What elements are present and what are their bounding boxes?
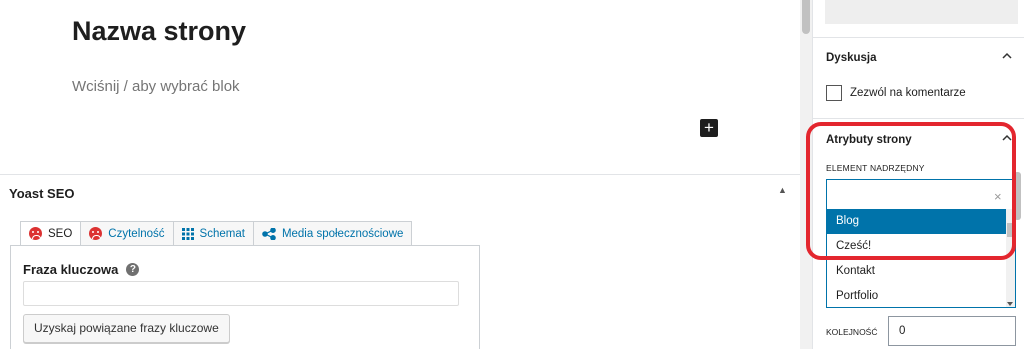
page-title[interactable]: Nazwa strony	[72, 16, 246, 47]
yoast-tabs: SEO Czytelność Schemat Media społecznośc…	[20, 221, 413, 246]
clear-icon[interactable]: ×	[994, 189, 1002, 204]
yoast-seo-panel: Yoast SEO ▲ SEO Czytelność Schemat Media…	[0, 174, 800, 349]
sidebar-top-field[interactable]	[825, 0, 1018, 24]
grid-icon	[181, 227, 194, 240]
sad-face-icon	[29, 227, 42, 240]
tab-seo[interactable]: SEO	[20, 221, 82, 246]
tab-social[interactable]: Media społecznościowe	[253, 221, 413, 246]
page-attributes-section-title[interactable]: Atrybuty strony	[826, 134, 912, 146]
sad-face-icon	[89, 227, 103, 240]
tab-schema[interactable]: Schemat	[173, 221, 254, 246]
chevron-up-icon[interactable]	[1002, 52, 1012, 59]
scroll-down-arrow-icon[interactable]	[1007, 302, 1013, 306]
dropdown-option[interactable]: Cześć!	[827, 234, 1015, 259]
allow-comments-checkbox[interactable]	[826, 85, 842, 101]
tab-seo-label: SEO	[48, 227, 73, 240]
block-placeholder[interactable]: Wciśnij / aby wybrać blok	[72, 78, 240, 95]
divider	[813, 118, 1024, 119]
dropdown-option[interactable]: Portfolio	[827, 284, 1015, 307]
keyphrase-label: Fraza kluczowa ?	[23, 262, 140, 277]
editor-screen: Nazwa strony Wciśnij / aby wybrać blok +…	[0, 0, 1024, 349]
tab-readability-label: Czytelność	[108, 227, 165, 240]
tab-social-label: Media społecznościowe	[281, 227, 404, 240]
dropdown-scrollbar-thumb[interactable]	[1007, 223, 1014, 237]
editor-canvas: Nazwa strony Wciśnij / aby wybrać blok +	[0, 0, 800, 174]
yoast-seo-tab-content: Fraza kluczowa ? Uzyskaj powiązane frazy…	[10, 245, 480, 349]
tab-readability[interactable]: Czytelność	[81, 221, 174, 246]
parent-element-select[interactable]	[826, 179, 1016, 209]
keyphrase-label-text: Fraza kluczowa	[23, 262, 119, 277]
tab-schema-label: Schemat	[199, 227, 245, 240]
related-keyphrases-button[interactable]: Uzyskaj powiązane frazy kluczowe	[23, 314, 230, 343]
chevron-up-icon[interactable]	[1002, 134, 1012, 141]
add-block-button[interactable]: +	[700, 119, 718, 137]
allow-comments-label[interactable]: Zezwól na komentarze	[850, 87, 966, 99]
dropdown-option[interactable]: Blog	[827, 209, 1015, 234]
order-input[interactable]: 0	[888, 316, 1016, 346]
parent-element-dropdown: Blog Cześć! Kontakt Portfolio	[826, 209, 1016, 308]
divider	[813, 37, 1024, 38]
dropdown-scrollbar[interactable]	[1006, 209, 1015, 307]
yoast-header[interactable]: Yoast SEO	[9, 186, 75, 201]
help-icon[interactable]: ?	[126, 263, 140, 276]
keyphrase-input[interactable]	[23, 281, 459, 306]
sidebar-scrollbar-thumb[interactable]	[1014, 172, 1021, 220]
parent-element-label: ELEMENT NADRZĘDNY	[826, 163, 925, 173]
share-icon	[262, 226, 276, 241]
dropdown-option[interactable]: Kontakt	[827, 259, 1015, 284]
editor-scrollbar[interactable]	[800, 0, 812, 349]
order-label: KOLEJNOŚĆ	[826, 327, 878, 337]
discussion-section-title[interactable]: Dyskusja	[826, 52, 877, 64]
settings-sidebar: Dyskusja Zezwól na komentarze Atrybuty s…	[806, 0, 1024, 349]
editor-scrollbar-thumb[interactable]	[802, 0, 810, 34]
yoast-collapse-icon[interactable]: ▲	[778, 185, 787, 195]
